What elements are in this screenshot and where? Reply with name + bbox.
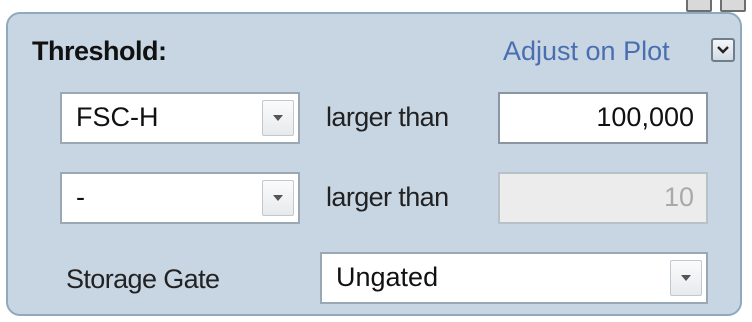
- comparison-label-1: larger than: [326, 102, 449, 132]
- selected-value: -: [76, 182, 85, 212]
- threshold-parameter-select-1[interactable]: FSC-H: [60, 92, 300, 144]
- chevron-down-icon: [717, 46, 729, 54]
- dropdown-button[interactable]: [262, 180, 294, 216]
- collapse-button[interactable]: [711, 38, 735, 62]
- threshold-value-input-2: 10: [498, 172, 708, 224]
- selected-value: Ungated: [336, 262, 439, 292]
- window-button[interactable]: [686, 0, 712, 12]
- comparison-label-2: larger than: [326, 182, 449, 212]
- triangle-down-icon: [273, 195, 283, 201]
- dropdown-button[interactable]: [262, 100, 294, 136]
- threshold-parameter-select-2[interactable]: -: [60, 172, 300, 224]
- storage-gate-select[interactable]: Ungated: [320, 252, 708, 304]
- triangle-down-icon: [681, 275, 691, 281]
- adjust-on-plot-link[interactable]: Adjust on Plot: [503, 36, 670, 67]
- triangle-down-icon: [273, 115, 283, 121]
- threshold-panel: Threshold: Adjust on Plot FSC-H larger t…: [6, 12, 742, 316]
- threshold-value-input-1[interactable]: 100,000: [498, 92, 708, 144]
- dropdown-button[interactable]: [670, 260, 702, 296]
- threshold-title: Threshold:: [32, 36, 167, 66]
- window-button[interactable]: [720, 0, 746, 12]
- selected-value: FSC-H: [76, 102, 159, 132]
- storage-gate-label: Storage Gate: [66, 264, 220, 294]
